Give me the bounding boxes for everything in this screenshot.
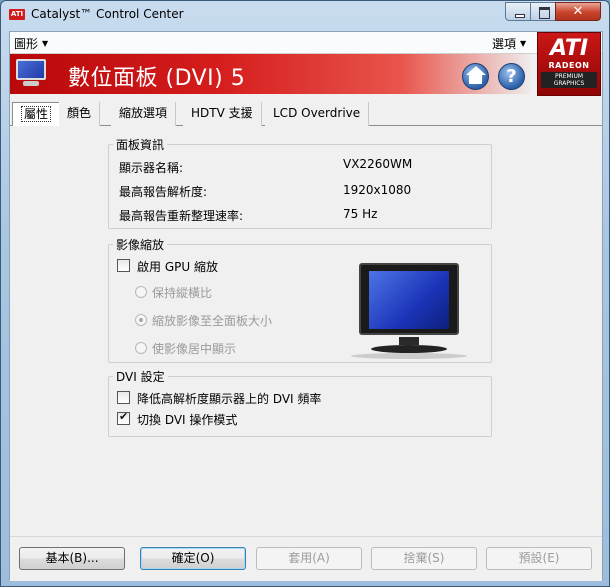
tab-scaling-options-label: 縮放選項 <box>119 106 168 120</box>
window-title: Catalyst™ Control Center <box>31 7 184 21</box>
client-area: 圖形 ▼ 選項 ▼ 數位面板 (DVI) 5 ? ATI RADEON PREMIU… <box>9 31 603 581</box>
monitor-name-label: 顯示器名稱: <box>119 161 184 175</box>
toggle-dvi-mode-label[interactable]: 切換 DVI 操作模式 <box>137 411 237 428</box>
title-bar[interactable]: ATI Catalyst™ Control Center ✕ <box>1 1 609 31</box>
toggle-dvi-mode-checkbox[interactable] <box>117 410 130 425</box>
keep-aspect-label[interactable]: 保持縱橫比 <box>152 284 212 301</box>
menu-options[interactable]: 選項 ▼ <box>492 35 526 52</box>
scale-full-panel-radio[interactable] <box>135 314 147 326</box>
help-icon[interactable]: ? <box>498 63 525 90</box>
enable-gpu-scaling-label[interactable]: 啟用 GPU 縮放 <box>137 258 218 275</box>
app-window: ATI Catalyst™ Control Center ✕ 圖形 ▼ 選項 ▼ 數… <box>0 0 610 587</box>
menu-graphics-label: 圖形 <box>14 37 39 51</box>
logo-product: RADEON <box>548 61 590 70</box>
ok-button[interactable]: 確定(O) <box>140 547 246 570</box>
tab-color[interactable]: 顏色 <box>59 102 101 126</box>
tab-scaling-options[interactable]: 縮放選項 <box>111 102 177 126</box>
minimize-button[interactable] <box>505 2 531 21</box>
panel-info-group: 面板資訊 顯示器名稱: VX2260WM 最高報告解析度: 1920x1080 … <box>108 136 492 229</box>
button-bar: 基本(B)... 確定(O) 套用(A) 捨棄(S) 預設(E) <box>10 536 602 581</box>
max-resolution-value: 1920x1080 <box>343 183 412 197</box>
logo-brand: ATI <box>549 36 589 61</box>
max-resolution-label: 最高報告解析度: <box>119 185 208 199</box>
menu-graphics[interactable]: 圖形 ▼ <box>14 35 48 52</box>
center-image-radio[interactable] <box>135 342 147 354</box>
max-refresh-label: 最高報告重新整理速率: <box>119 209 244 223</box>
tab-color-label: 顏色 <box>67 106 92 120</box>
ati-radeon-logo: ATI RADEON PREMIUM GRAPHICS <box>537 32 601 96</box>
close-button[interactable]: ✕ <box>555 2 601 21</box>
center-image-label[interactable]: 使影像居中顯示 <box>152 340 236 357</box>
defaults-button[interactable]: 預設(E) <box>486 547 592 570</box>
monitor-name-value: VX2260WM <box>343 157 413 171</box>
scale-full-panel-label[interactable]: 縮放影像至全面板大小 <box>152 312 272 329</box>
logo-tier: PREMIUM GRAPHICS <box>541 72 597 88</box>
ati-app-icon: ATI <box>9 9 25 20</box>
panel-info-legend: 面板資訊 <box>116 138 165 152</box>
tab-properties[interactable]: 屬性 <box>12 102 61 127</box>
close-icon: ✕ <box>572 4 584 19</box>
tab-hdtv-support[interactable]: HDTV 支援 <box>183 102 262 126</box>
max-refresh-value: 75 Hz <box>343 207 378 221</box>
reduce-dvi-frequency-label[interactable]: 降低高解析度顯示器上的 DVI 頻率 <box>137 390 321 407</box>
chevron-down-icon: ▼ <box>42 39 49 48</box>
monitor-illustration <box>349 261 469 361</box>
menu-options-label: 選項 <box>492 37 517 51</box>
maximize-button[interactable] <box>530 2 556 21</box>
page-title: 數位面板 (DVI) 5 <box>68 66 246 91</box>
tab-strip: 屬性 顏色 縮放選項 HDTV 支援 LCD Overdrive <box>10 102 602 127</box>
apply-button[interactable]: 套用(A) <box>256 547 362 570</box>
enable-gpu-scaling-checkbox[interactable] <box>117 259 130 272</box>
tab-lcd-overdrive-label: LCD Overdrive <box>273 106 361 120</box>
tab-content: 面板資訊 顯示器名稱: VX2260WM 最高報告解析度: 1920x1080 … <box>10 126 602 536</box>
page-banner: 數位面板 (DVI) 5 <box>10 54 532 94</box>
basic-button[interactable]: 基本(B)... <box>19 547 125 570</box>
menu-bar: 圖形 ▼ 選項 ▼ <box>10 32 602 54</box>
reduce-dvi-frequency-checkbox[interactable] <box>117 391 130 404</box>
home-icon[interactable] <box>462 63 489 90</box>
monitor-icon <box>14 58 48 88</box>
image-scaling-group: 影像縮放 啟用 GPU 縮放 保持縱橫比 縮放影像至全面板大小 使影像居中顯示 <box>108 236 492 363</box>
dvi-settings-group: DVI 設定 降低高解析度顯示器上的 DVI 頻率 切換 DVI 操作模式 <box>108 368 492 437</box>
keep-aspect-radio[interactable] <box>135 286 147 298</box>
dvi-settings-legend: DVI 設定 <box>116 370 165 384</box>
image-scaling-legend: 影像縮放 <box>116 238 165 252</box>
tab-hdtv-support-label: HDTV 支援 <box>191 106 253 120</box>
tab-lcd-overdrive[interactable]: LCD Overdrive <box>265 102 370 126</box>
discard-button[interactable]: 捨棄(S) <box>371 547 477 570</box>
chevron-down-icon: ▼ <box>520 39 527 48</box>
tab-properties-label: 屬性 <box>21 106 52 122</box>
